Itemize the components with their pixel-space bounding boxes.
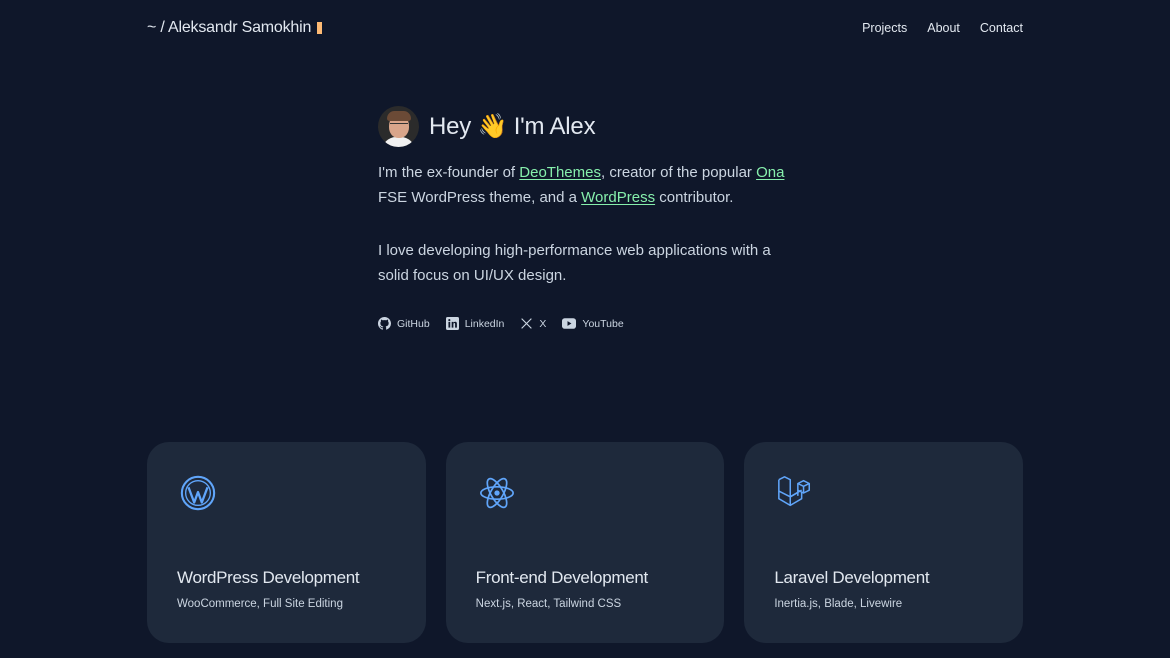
card-subtitle: Inertia.js, Blade, Livewire [774, 598, 903, 610]
card-wordpress: WordPress Development WooCommerce, Full … [147, 442, 426, 643]
card-laravel: Laravel Development Inertia.js, Blade, L… [744, 442, 1024, 643]
main-nav: Projects About Contact [862, 21, 1023, 35]
card-subtitle: Next.js, React, Tailwind CSS [475, 598, 622, 610]
card-title: Laravel Development [774, 568, 930, 587]
wordpress-icon [180, 475, 216, 511]
deothemes-link[interactable]: DeoThemes [519, 164, 601, 181]
card-title: WordPress Development [177, 568, 360, 587]
social-links: GitHub LinkedIn X YouTube [378, 317, 798, 330]
intro-paragraph: I'm the ex-founder of DeoThemes, creator… [378, 161, 798, 210]
services-cards: WordPress Development WooCommerce, Full … [147, 442, 1024, 643]
cursor-block [317, 22, 323, 34]
social-github[interactable]: GitHub [378, 317, 430, 330]
social-label: LinkedIn [464, 317, 505, 330]
intro-text-1: I'm the ex-founder of [378, 164, 520, 181]
nav-contact[interactable]: Contact [980, 21, 1023, 35]
laravel-icon [778, 476, 811, 507]
linkedin-icon [445, 317, 459, 330]
site-brand[interactable]: ~ / Aleksandr Samokhin [147, 19, 323, 37]
intro-text-3: FSE WordPress theme, and a [378, 188, 582, 206]
intro-text-2: , creator of the popular [600, 164, 757, 181]
social-label: GitHub [397, 317, 430, 330]
react-icon [479, 477, 514, 509]
ona-link[interactable]: Ona [756, 164, 784, 181]
intro-text-4: contributor. [655, 188, 734, 206]
wordpress-link[interactable]: WordPress [581, 189, 655, 206]
youtube-icon [562, 318, 577, 329]
brand-name: ~ / Aleksandr Samokhin [147, 19, 312, 36]
social-youtube[interactable]: YouTube [562, 317, 624, 330]
social-linkedin[interactable]: LinkedIn [445, 317, 505, 330]
hero-heading: Hey 👋 I'm Alex [378, 106, 798, 147]
social-label: X [539, 317, 547, 330]
card-title: Front-end Development [475, 568, 649, 587]
social-label: YouTube [582, 317, 624, 330]
card-subtitle: WooCommerce, Full Site Editing [177, 598, 343, 610]
site-header: ~ / Aleksandr Samokhin Projects About Co… [147, 18, 1023, 38]
social-x[interactable]: X [520, 317, 546, 330]
bio-paragraph: I love developing high-performance web a… [378, 242, 771, 284]
hero-title: Hey 👋 I'm Alex [429, 113, 596, 140]
nav-projects[interactable]: Projects [862, 21, 907, 35]
hero-section: Hey 👋 I'm Alex I'm the ex-founder of Deo… [378, 106, 798, 330]
github-icon [378, 317, 391, 330]
avatar [378, 106, 419, 147]
card-frontend: Front-end Development Next.js, React, Ta… [445, 442, 725, 643]
x-icon [521, 318, 533, 329]
nav-about[interactable]: About [927, 21, 960, 35]
